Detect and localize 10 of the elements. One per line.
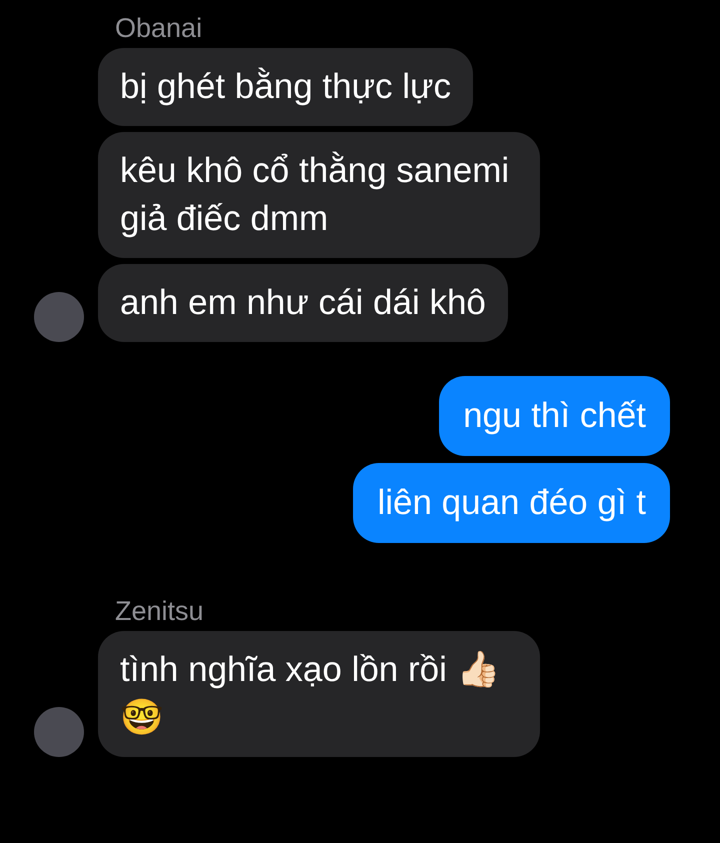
message-bubble: liên quan đéo gì t (353, 463, 670, 543)
message-bubble: anh em như cái dái khô (98, 264, 508, 342)
message-bubble: ngu thì chết (439, 376, 670, 456)
message-bubble: kêu khô cổ thằng sanemi giả điếc dmm (98, 132, 540, 258)
sender-name: Zenitsu (115, 595, 205, 628)
message-bubble: bị ghét bằng thực lực (98, 48, 473, 126)
avatar[interactable] (34, 707, 84, 757)
sender-name: Obanai (115, 12, 204, 45)
avatar[interactable] (34, 292, 84, 342)
message-bubble: tình nghĩa xạo lồn rồi 👍🏻🤓 (98, 631, 540, 757)
